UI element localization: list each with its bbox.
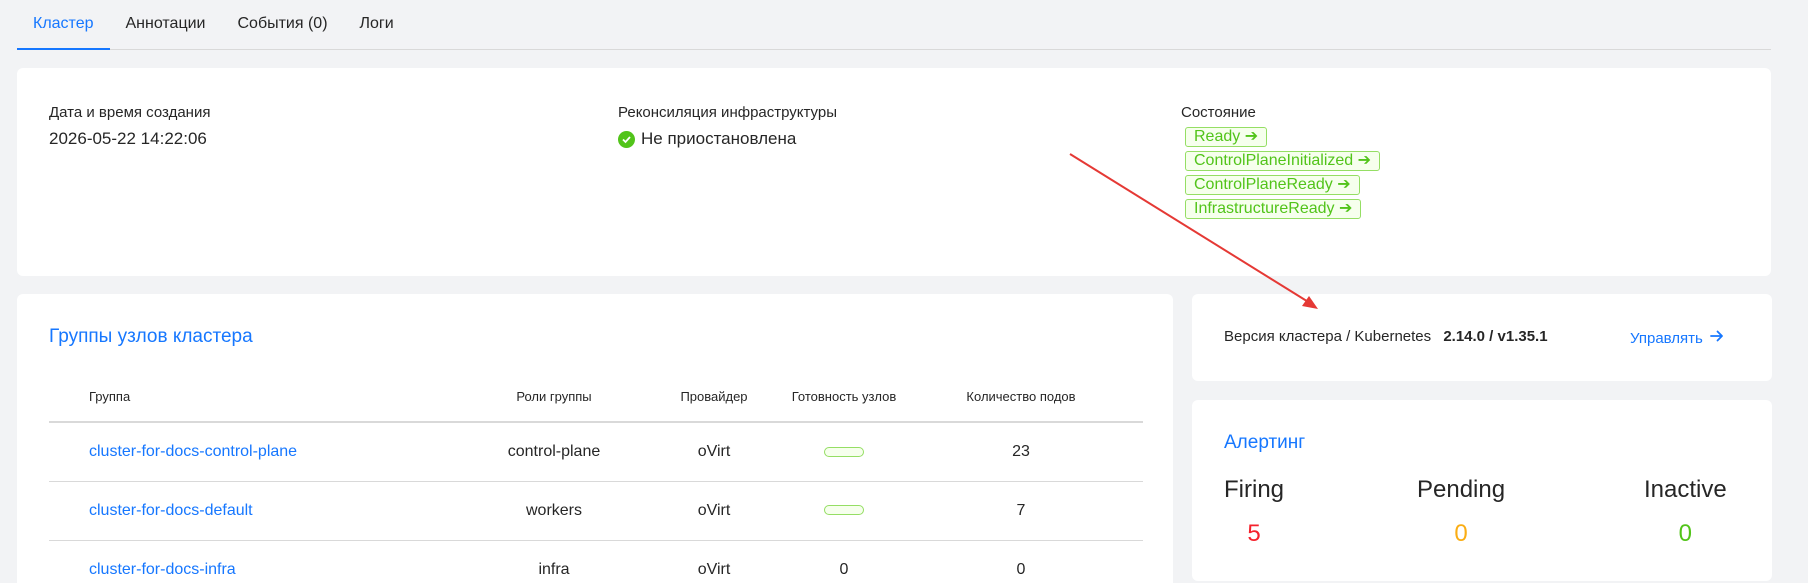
metric-firing: Firing 5 (1224, 476, 1284, 548)
created-value: 2026-05-22 14:22:06 (49, 129, 207, 148)
firing-label: Firing (1224, 476, 1285, 503)
version-card: Версия кластера / Kubernetes 2.14.0 / v1… (1192, 294, 1772, 381)
col-readiness: Готовность узлов (789, 372, 899, 423)
pending-label: Pending (1417, 476, 1506, 503)
readiness-bar (824, 505, 864, 516)
table-row: cluster-for-docs-infra infra oVirt 0 0 (49, 540, 1143, 583)
version-label: Версия кластера / Kubernetes (1224, 328, 1432, 345)
readiness-cell (789, 422, 899, 482)
tab-bar: Кластер Аннотации События (0) Логи (17, 0, 1771, 50)
arrow-right-icon: ➔ (1244, 128, 1259, 145)
state-tag-control-plane-ready[interactable]: ControlPlaneReady ➔ (1185, 175, 1360, 195)
tab-logs[interactable]: Логи (344, 0, 410, 49)
alerting-title: Алертинг (1224, 432, 1306, 453)
cluster-info-card: Дата и время создания 2026-05-22 14:22:0… (17, 68, 1771, 276)
col-provider: Провайдер (639, 372, 789, 423)
node-groups-table: Группа Роли группы Провайдер Готовность … (49, 372, 1143, 583)
node-groups-card: Группы узлов кластера Группа Роли группы… (17, 294, 1173, 583)
tab-events[interactable]: События (0) (221, 0, 343, 49)
manage-label: Управлять (1630, 329, 1703, 347)
reconcile-value: Не приостановлена (641, 129, 797, 148)
table-header-row: Группа Роли группы Провайдер Готовность … (49, 372, 1143, 423)
version-value: 2.14.0 / v1.35.1 (1443, 328, 1548, 345)
readiness-cell (789, 481, 899, 541)
arrow-right-icon: ➔ (1338, 200, 1353, 217)
arrow-right-icon: ➔ (1357, 152, 1372, 169)
state-label: Состояние (1181, 104, 1256, 121)
state-tag-ready[interactable]: Ready ➔ (1185, 127, 1268, 147)
state-tag-infrastructure-ready[interactable]: InfrastructureReady ➔ (1185, 199, 1362, 219)
metric-inactive: Inactive 0 (1644, 476, 1727, 548)
group-role: infra (469, 540, 639, 583)
group-link[interactable]: cluster-for-docs-infra (89, 561, 236, 578)
group-provider: oVirt (639, 481, 789, 541)
check-circle-icon (618, 130, 635, 148)
version-row: Версия кластера / Kubernetes 2.14.0 / v1… (1224, 328, 1548, 345)
group-role: workers (469, 481, 639, 541)
pending-value: 0 (1454, 520, 1468, 547)
table-row: cluster-for-docs-control-plane control-p… (49, 422, 1143, 482)
group-pods: 0 (899, 540, 1143, 583)
group-pods: 7 (899, 481, 1143, 541)
arrow-right-icon: ➔ (1337, 176, 1351, 193)
arrow-right-icon (1709, 328, 1725, 348)
reconcile-label: Реконсиляция инфраструктуры (618, 104, 838, 121)
manage-button[interactable]: Управлять (1630, 328, 1725, 348)
inactive-value: 0 (1678, 520, 1693, 547)
reconcile-value-row: Не приостановлена (618, 129, 837, 149)
tab-cluster[interactable]: Кластер (17, 0, 110, 50)
state-tags: Ready ➔ ControlPlaneInitialized ➔ Contro… (1185, 127, 1381, 219)
created-label: Дата и время создания (49, 104, 211, 121)
group-role: control-plane (469, 422, 639, 482)
inactive-label: Inactive (1644, 476, 1727, 503)
node-groups-title: Группы узлов кластера (49, 326, 253, 347)
state-block: Состояние Ready ➔ ControlPlaneInitialize… (1181, 104, 1381, 219)
col-pods: Количество подов (899, 372, 1143, 423)
alerting-card: Алертинг Firing 5 Pending 0 Inactive 0 (1192, 400, 1772, 581)
created-block: Дата и время создания 2026-05-22 14:22:0… (49, 104, 210, 149)
group-provider: oVirt (639, 422, 789, 482)
reconcile-block: Реконсиляция инфраструктуры Не приостано… (618, 104, 837, 149)
table-row: cluster-for-docs-default workers oVirt 7 (49, 481, 1143, 541)
state-tag-control-plane-initialized[interactable]: ControlPlaneInitialized ➔ (1185, 151, 1381, 171)
col-roles: Роли группы (469, 372, 639, 423)
group-provider: oVirt (639, 540, 789, 583)
group-link[interactable]: cluster-for-docs-control-plane (89, 443, 297, 460)
tab-annotations[interactable]: Аннотации (110, 0, 222, 49)
readiness-bar (824, 446, 864, 457)
col-group: Группа (49, 372, 469, 423)
group-link[interactable]: cluster-for-docs-default (89, 502, 253, 519)
group-pods: 23 (899, 422, 1143, 482)
group-readiness: 0 (789, 540, 899, 583)
firing-value: 5 (1247, 520, 1261, 547)
metric-pending: Pending 0 (1417, 476, 1505, 548)
